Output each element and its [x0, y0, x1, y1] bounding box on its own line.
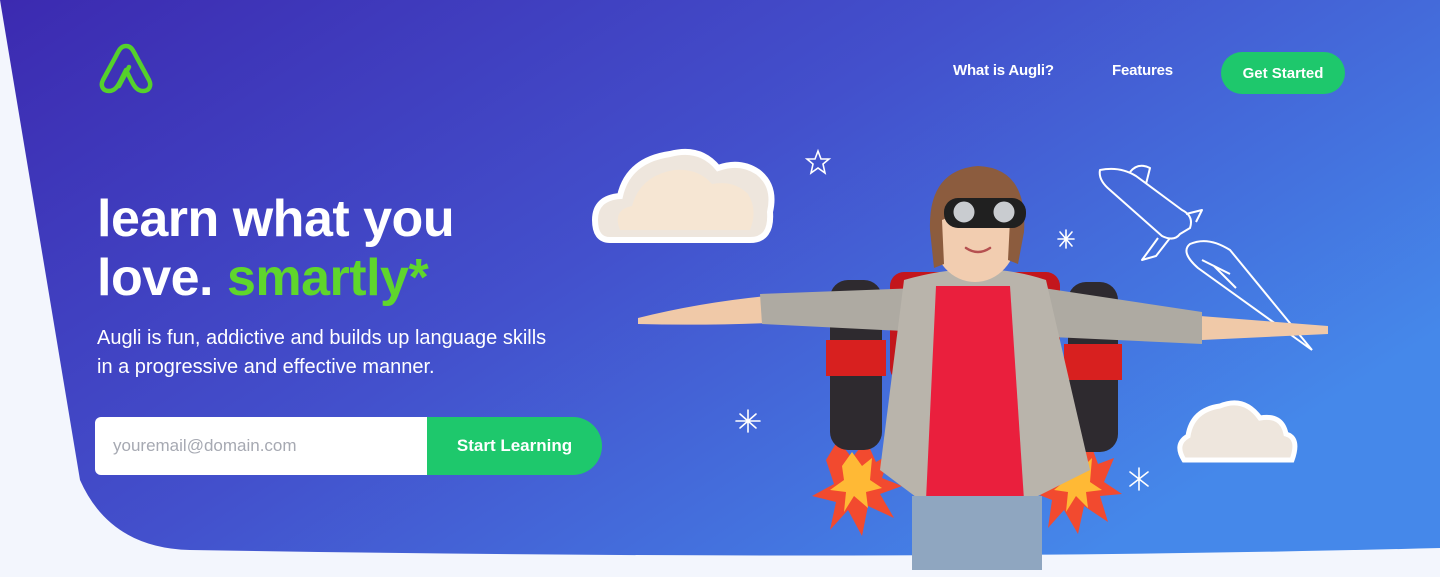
email-input[interactable]: [95, 417, 427, 475]
cloud-icon: [591, 148, 775, 243]
hero-subtitle: Augli is fun, addictive and builds up la…: [97, 327, 547, 378]
headline-line1: learn what you: [97, 190, 455, 248]
headline-line2: love.: [97, 249, 227, 307]
star-icon: [804, 148, 832, 175]
get-started-button[interactable]: Get Started: [1221, 52, 1345, 94]
headline-accent: smartly*: [226, 249, 429, 307]
hero-headline: learn what you love. smartly*: [97, 190, 455, 308]
signup-form: Start Learning: [95, 417, 602, 475]
augli-logo-icon[interactable]: [99, 42, 153, 94]
nav-link-features[interactable]: Features: [1112, 62, 1173, 79]
start-learning-button[interactable]: Start Learning: [427, 417, 602, 475]
rocket-icon: [1098, 164, 1203, 261]
nav-link-what-is-augli[interactable]: What is Augli?: [953, 62, 1054, 79]
hero-illustration: [591, 148, 1328, 570]
cloud-icon: [1177, 400, 1298, 463]
